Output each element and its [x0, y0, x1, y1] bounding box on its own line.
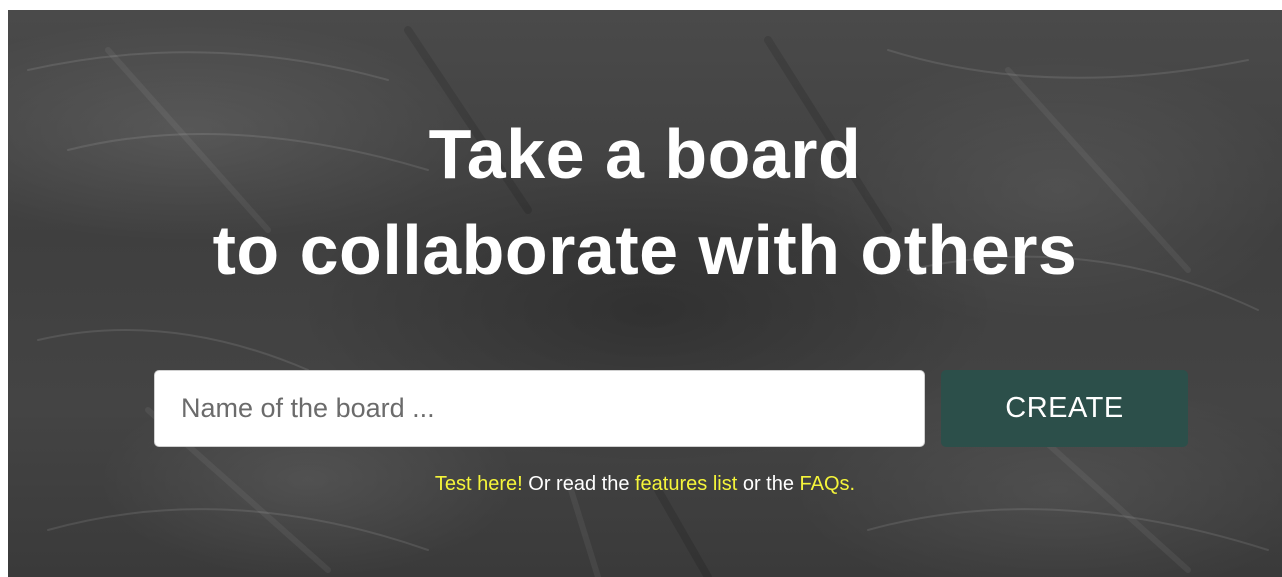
board-name-input[interactable] — [154, 370, 925, 447]
test-here-link[interactable]: Test here! — [435, 473, 523, 495]
or-the-text: or the — [737, 473, 800, 495]
help-links: Test here! Or read the features list or … — [8, 470, 1282, 498]
create-button[interactable]: CREATE — [941, 370, 1188, 447]
faqs-link[interactable]: FAQs. — [800, 473, 856, 495]
create-board-form: CREATE — [154, 370, 1188, 448]
page-headline: Take a board to collaborate with others — [8, 106, 1282, 298]
or-read-text: Or read the — [522, 473, 635, 495]
headline-line-2: to collaborate with others — [212, 211, 1078, 289]
features-list-link[interactable]: features list — [635, 473, 737, 495]
headline-line-1: Take a board — [428, 115, 862, 193]
hero-section: Take a board to collaborate with others … — [8, 10, 1282, 577]
